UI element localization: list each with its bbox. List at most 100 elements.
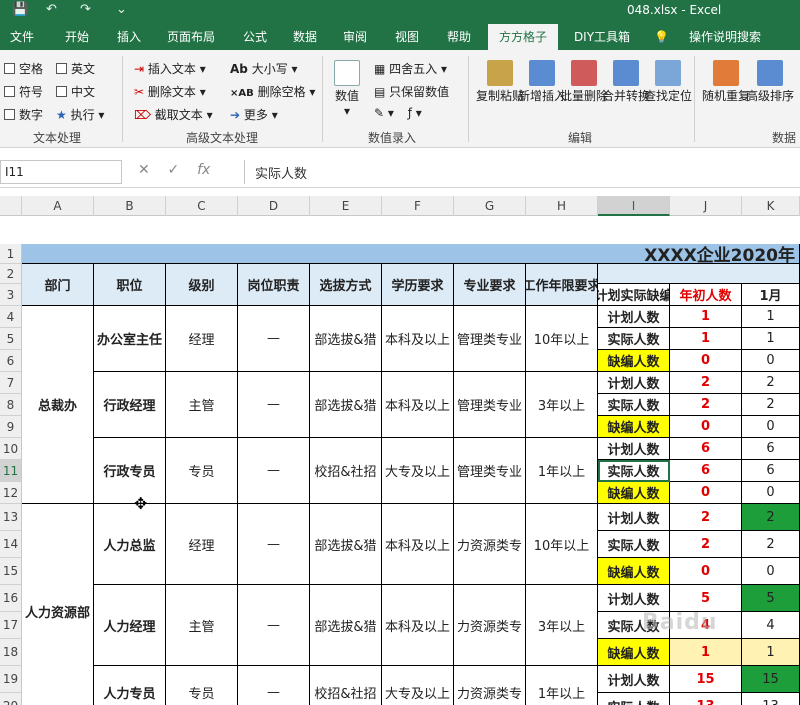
customize-icon[interactable]: ⌄	[116, 2, 127, 17]
tab-formulas[interactable]: 公式	[234, 24, 276, 50]
row-header[interactable]: 8	[0, 394, 22, 416]
value-cell[interactable]: 0	[670, 482, 742, 504]
row-header[interactable]: 5	[0, 328, 22, 350]
cancel-icon[interactable]: ✕	[138, 162, 150, 178]
years-cell[interactable]: 3年以上	[526, 372, 598, 438]
method-cell[interactable]: 校招&社招	[310, 438, 382, 504]
chk-space[interactable]: 空格	[4, 60, 43, 77]
col-header-e[interactable]: E	[310, 196, 382, 216]
header-start[interactable]: 年初人数	[670, 284, 742, 306]
level-cell[interactable]: 主管	[166, 585, 238, 666]
chk-number[interactable]: 数字	[4, 106, 43, 123]
header-method[interactable]: 选拔方式	[310, 264, 382, 306]
tab-insert[interactable]: 插入	[108, 24, 150, 50]
level-cell[interactable]: 专员	[166, 438, 238, 504]
row-header[interactable]: 1	[0, 244, 22, 264]
header-duty[interactable]: 岗位职责	[238, 264, 310, 306]
value-cell[interactable]: 13	[742, 693, 800, 705]
sheet-banner[interactable]: XXXX企业2020年	[22, 244, 800, 264]
value-cell[interactable]: 2	[742, 504, 800, 531]
value-cell[interactable]: 6	[742, 460, 800, 482]
position-cell[interactable]: 行政专员	[94, 438, 166, 504]
redo-icon[interactable]: ↷	[80, 2, 91, 17]
value-cell[interactable]: 6	[742, 438, 800, 460]
value-cell[interactable]: 0	[670, 558, 742, 585]
confirm-icon[interactable]: ✓	[168, 162, 180, 178]
value-cell[interactable]: 0	[742, 558, 800, 585]
execute-button[interactable]: ★ 执行 ▾	[56, 106, 104, 123]
position-cell[interactable]: 行政经理	[94, 372, 166, 438]
fx-icon[interactable]: fx	[197, 162, 210, 178]
row-header[interactable]: 9	[0, 416, 22, 438]
row-header[interactable]: 15	[0, 558, 22, 585]
duty-cell[interactable]: —	[238, 585, 310, 666]
method-cell[interactable]: 部选拔&猎	[310, 504, 382, 585]
status-cell[interactable]: 实际人数	[598, 693, 670, 705]
duty-cell[interactable]: —	[238, 666, 310, 705]
status-cell[interactable]: 计划人数	[598, 666, 670, 693]
keep-number-button[interactable]: ▤ 只保留数值	[374, 83, 449, 100]
tab-help[interactable]: 帮助	[436, 24, 482, 50]
level-cell[interactable]: 主管	[166, 372, 238, 438]
tab-home[interactable]: 开始	[52, 24, 102, 50]
chk-symbol[interactable]: 符号	[4, 83, 43, 100]
row-header[interactable]: 10	[0, 438, 22, 460]
value-cell[interactable]: 5	[670, 585, 742, 612]
new-insert-button[interactable]: 新增插入	[518, 60, 566, 104]
value-cell[interactable]: 13	[670, 693, 742, 705]
status-cell[interactable]: 计划人数	[598, 585, 670, 612]
position-cell[interactable]: 办公室主任	[94, 306, 166, 372]
value-cell[interactable]: 6	[670, 460, 742, 482]
value-cell[interactable]: 2	[670, 394, 742, 416]
method-cell[interactable]: 部选拔&猎	[310, 306, 382, 372]
random-repeat-button[interactable]: 随机重复	[702, 60, 750, 104]
status-cell[interactable]: 实际人数	[598, 328, 670, 350]
col-header-d[interactable]: D	[238, 196, 310, 216]
col-header-b[interactable]: B	[94, 196, 166, 216]
advanced-sort-button[interactable]: 高级排序	[746, 60, 794, 104]
status-cell[interactable]: 缺编人数	[598, 558, 670, 585]
col-header-h[interactable]: H	[526, 196, 598, 216]
row-header[interactable]: 12	[0, 482, 22, 504]
edu-cell[interactable]: 本科及以上	[382, 372, 454, 438]
tab-review[interactable]: 审阅	[334, 24, 376, 50]
status-cell[interactable]: 缺编人数	[598, 639, 670, 666]
edu-cell[interactable]: 本科及以上	[382, 585, 454, 666]
case-button[interactable]: Ab 大小写 ▾	[230, 60, 298, 77]
value-cell[interactable]: 15	[670, 666, 742, 693]
trim-space-button[interactable]: ×AB 删除空格 ▾	[230, 83, 315, 100]
row-header[interactable]: 4	[0, 306, 22, 328]
duty-cell[interactable]: —	[238, 504, 310, 585]
value-cell[interactable]: 1	[670, 328, 742, 350]
header-dept[interactable]: 部门	[22, 264, 94, 306]
status-cell[interactable]: 缺编人数	[598, 416, 670, 438]
edu-cell[interactable]: 大专及以上	[382, 438, 454, 504]
formula-input[interactable]: 实际人数	[244, 160, 800, 184]
copy-paste-button[interactable]: 复制粘贴	[476, 60, 524, 104]
years-cell[interactable]: 10年以上	[526, 306, 598, 372]
row-header[interactable]: 17	[0, 612, 22, 639]
major-cell[interactable]: 力资源类专	[454, 666, 526, 705]
tab-view[interactable]: 视图	[386, 24, 428, 50]
col-header-k[interactable]: K	[742, 196, 800, 216]
header-edu[interactable]: 学历要求	[382, 264, 454, 306]
edu-cell[interactable]: 本科及以上	[382, 504, 454, 585]
status-cell[interactable]: 计划人数	[598, 504, 670, 531]
delete-text-button[interactable]: ✂ 删除文本 ▾	[134, 83, 206, 100]
chk-english[interactable]: 英文	[56, 60, 95, 77]
row-header[interactable]: 19	[0, 666, 22, 693]
col-header-g[interactable]: G	[454, 196, 526, 216]
major-cell[interactable]: 力资源类专	[454, 585, 526, 666]
tab-diy[interactable]: DIY工具箱	[566, 24, 638, 50]
status-cell[interactable]: 实际人数	[598, 460, 670, 482]
col-header-c[interactable]: C	[166, 196, 238, 216]
value-cell[interactable]: 1	[670, 639, 742, 666]
round-button[interactable]: ▦ 四舍五入 ▾	[374, 60, 447, 77]
value-cell[interactable]: 0	[742, 482, 800, 504]
header-years[interactable]: 工作年限要求	[526, 264, 598, 306]
batch-delete-button[interactable]: 批量删除	[560, 60, 608, 104]
header-month1[interactable]: 1月	[742, 284, 800, 306]
value-cell[interactable]: 2	[670, 372, 742, 394]
status-cell[interactable]: 计划人数	[598, 306, 670, 328]
edit-pen-button[interactable]: ✎ ▾ ƒ ▾	[374, 106, 422, 120]
